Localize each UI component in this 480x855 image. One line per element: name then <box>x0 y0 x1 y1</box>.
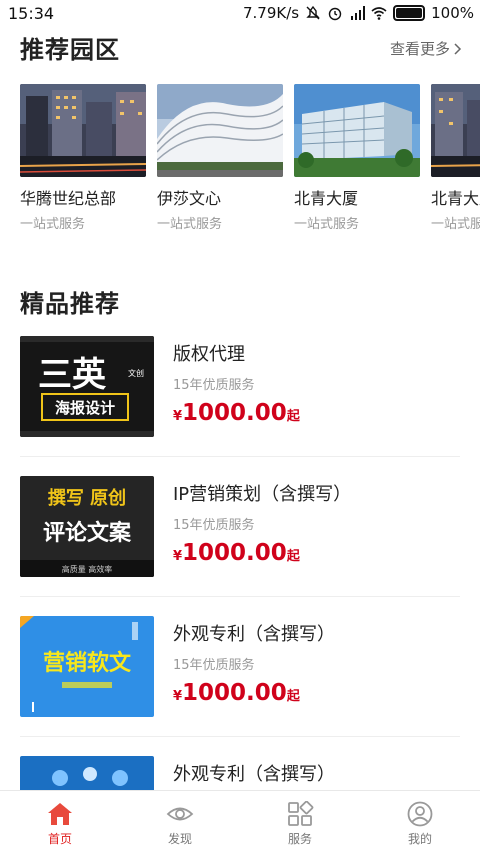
thumb-big-text: 三英 <box>38 355 107 395</box>
parks-section-title: 推荐园区 <box>20 36 120 64</box>
product-title: 外观专利（含撰写） <box>173 764 335 785</box>
park-subtitle: 一站式服务 <box>431 217 480 232</box>
park-image <box>157 84 283 177</box>
product-title: 外观专利（含撰写） <box>173 624 335 645</box>
divider <box>20 736 460 737</box>
product-desc: 15年优质服务 <box>173 518 255 533</box>
battery-level: 100% <box>431 4 474 22</box>
park-subtitle: 一站式服务 <box>157 217 223 232</box>
wifi-icon <box>371 7 387 20</box>
product-title: 版权代理 <box>173 344 245 365</box>
park-subtitle: 一站式服务 <box>294 217 360 232</box>
product-item[interactable]: 撰写 原创 评论文案 高质量 高效率 IP营销策划（含撰写） 15年优质服务 ¥… <box>20 476 460 616</box>
parks-carousel[interactable]: 华腾世纪总部 一站式服务 伊莎文心 一站式服务 北青大厦 一站式服务 北青大 一… <box>20 84 480 234</box>
grid-icon <box>288 801 314 826</box>
mute-icon <box>306 5 320 20</box>
park-subtitle: 一站式服务 <box>20 217 86 232</box>
park-name: 北青大厦 <box>294 189 359 208</box>
tab-discover[interactable]: 发现 <box>120 791 240 855</box>
tab-label: 服务 <box>287 832 312 846</box>
product-title: IP营销策划（含撰写） <box>173 484 352 505</box>
park-name: 伊莎文心 <box>157 189 222 208</box>
product-item[interactable]: 营销软文 外观专利（含撰写） 15年优质服务 ¥1000.00起 <box>20 616 460 756</box>
product-price: ¥1000.00起 <box>173 680 300 706</box>
bottom-tab-bar: 首页 发现 服务 我的 <box>0 790 480 855</box>
tab-label: 我的 <box>407 832 432 846</box>
eye-icon <box>166 807 194 821</box>
product-thumbnail <box>20 756 154 790</box>
park-card[interactable]: 华腾世纪总部 一站式服务 <box>20 84 146 232</box>
tab-label: 发现 <box>167 832 192 846</box>
thumb-line3: 高质量 高效率 <box>62 564 113 574</box>
tab-mine[interactable]: 我的 <box>360 791 480 855</box>
signal-icon <box>351 6 366 20</box>
product-thumbnail: 撰写 原创 评论文案 高质量 高效率 <box>20 476 154 577</box>
status-bar: 15:34 7.79K/s 100% <box>0 0 480 28</box>
view-more-label: 查看更多 <box>389 40 450 58</box>
product-desc: 15年优质服务 <box>173 378 255 393</box>
product-item[interactable]: 外观专利（含撰写） <box>20 756 460 790</box>
product-thumbnail: 营销软文 <box>20 616 154 717</box>
park-name: 北青大厦 <box>431 189 480 208</box>
park-image <box>294 84 420 177</box>
product-thumbnail: 三英 文创 海报设计 <box>20 336 154 437</box>
park-card[interactable]: 伊莎文心 一站式服务 <box>157 84 283 232</box>
park-card[interactable]: 北青大厦 一站式服务 <box>431 84 480 232</box>
park-name: 华腾世纪总部 <box>20 189 117 208</box>
status-time: 15:34 <box>8 4 55 23</box>
thumb-box-text: 海报设计 <box>55 399 115 417</box>
user-icon <box>407 801 433 827</box>
tab-label: 首页 <box>47 832 72 846</box>
alarm-icon <box>328 7 342 21</box>
product-price: ¥1000.00起 <box>173 400 300 426</box>
products-section-title: 精品推荐 <box>20 290 120 318</box>
product-desc: 15年优质服务 <box>173 658 255 673</box>
divider <box>20 456 460 457</box>
chevron-right-icon <box>454 42 462 55</box>
park-card[interactable]: 北青大厦 一站式服务 <box>294 84 420 232</box>
battery-icon <box>393 5 426 21</box>
park-image <box>431 84 480 177</box>
thumb-text: 营销软文 <box>43 650 132 676</box>
park-image <box>20 84 146 177</box>
tab-home[interactable]: 首页 <box>0 791 120 855</box>
home-icon <box>48 803 72 825</box>
divider <box>20 596 460 597</box>
thumb-line1: 撰写 原创 <box>48 487 126 509</box>
product-price: ¥1000.00起 <box>173 540 300 566</box>
view-more-link[interactable]: 查看更多 <box>390 38 462 59</box>
network-speed: 7.79K/s <box>243 4 300 22</box>
thumb-line2: 评论文案 <box>43 520 132 546</box>
product-item[interactable]: 三英 文创 海报设计 版权代理 15年优质服务 ¥1000.00起 <box>20 336 460 476</box>
thumb-tag-text: 文创 <box>128 368 144 378</box>
tab-service[interactable]: 服务 <box>240 791 360 855</box>
